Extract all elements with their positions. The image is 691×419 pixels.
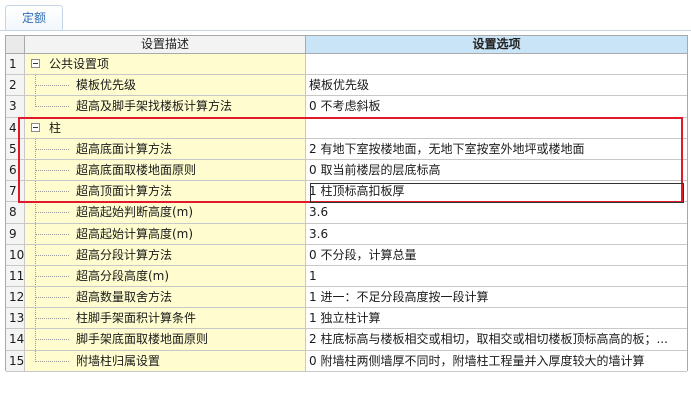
setting-description[interactable]: 模板优先级 xyxy=(25,75,306,97)
table-row[interactable]: 10 超高分段计算方法 0 不分段，计算总量 xyxy=(6,244,687,266)
table-row[interactable]: 8 超高起始判断高度(m) 3.6 xyxy=(6,202,687,224)
setting-option-value[interactable]: 0 附墙柱两侧墙厚不同时，附墙柱工程量并入厚度较大的墙计算 xyxy=(306,350,687,372)
setting-description[interactable]: 超高顶面计算方法 xyxy=(25,181,306,203)
row-number: 1 xyxy=(6,54,25,76)
setting-option-value[interactable]: 1 进一：不足分段高度按一段计算 xyxy=(306,287,687,309)
setting-description-label: 超高顶面计算方法 xyxy=(76,184,173,199)
setting-description-label: 超高起始判断高度(m) xyxy=(76,205,194,220)
collapse-minus-icon[interactable] xyxy=(31,59,40,68)
row-number: 5 xyxy=(6,138,25,160)
setting-description[interactable]: 附墙柱归属设置 xyxy=(25,350,306,372)
table-row[interactable]: 12 超高数量取舍方法 1 进一：不足分段高度按一段计算 xyxy=(6,287,687,309)
setting-description-label: 超高起始计算高度(m) xyxy=(76,226,194,241)
row-number: 7 xyxy=(6,181,25,203)
setting-description-label: 公共设置项 xyxy=(49,57,110,71)
setting-description[interactable]: 超高底面取楼地面原则 xyxy=(25,159,306,182)
setting-description[interactable]: 脚手架底面取楼地面原则 xyxy=(25,329,306,351)
setting-description[interactable]: 柱 xyxy=(25,117,306,139)
setting-description[interactable]: 超高及脚手架找楼板计算方法 xyxy=(25,96,306,118)
setting-description-label: 超高数量取舍方法 xyxy=(76,290,173,305)
row-number: 12 xyxy=(6,287,25,309)
grid-rows: 1 公共设置项 2 模板优先级 模板优先级 3 超高及脚手架找楼板计算方法 0 不考虑斜板 4 柱… xyxy=(6,54,687,372)
setting-description-label: 附墙柱归属设置 xyxy=(76,353,161,368)
table-row[interactable]: 13 柱脚手架面积计算条件 1 独立柱计算 xyxy=(6,308,687,330)
setting-description[interactable]: 超高分段计算方法 xyxy=(25,244,306,266)
header-options[interactable]: 设置选项 xyxy=(306,36,687,53)
setting-description-label: 超高底面取楼地面原则 xyxy=(76,162,197,177)
header-desc[interactable]: 设置描述 xyxy=(25,36,306,53)
setting-description-label: 超高分段计算方法 xyxy=(76,247,173,262)
tree-branch-icon xyxy=(35,254,69,256)
group-row[interactable]: 1 公共设置项 xyxy=(6,54,687,76)
tree-branch-icon xyxy=(35,339,69,341)
row-number: 6 xyxy=(6,159,25,182)
table-row[interactable]: 14 脚手架底面取楼地面原则 2 柱底标高与楼板相交或相切，取相交或相切楼板顶标高高… xyxy=(6,329,687,351)
tree-branch-icon xyxy=(35,275,69,277)
tree-branch-icon xyxy=(35,318,69,320)
table-row[interactable]: 15 附墙柱归属设置 0 附墙柱两侧墙厚不同时，附墙柱工程量并入厚度较大的墙计算 xyxy=(6,350,687,372)
setting-description[interactable]: 公共设置项 xyxy=(25,54,306,76)
row-number: 15 xyxy=(6,350,25,372)
row-number: 10 xyxy=(6,244,25,266)
setting-option-value[interactable]: 2 有地下室按楼地面，无地下室按室外地坪或楼地面 xyxy=(306,138,687,160)
setting-option-value[interactable] xyxy=(306,117,687,139)
table-row[interactable]: 9 超高起始计算高度(m) 3.6 xyxy=(6,223,687,245)
table-row[interactable]: 6 超高底面取楼地面原则 0 取当前楼层的层底标高 xyxy=(6,159,687,182)
setting-description[interactable]: 超高起始计算高度(m) xyxy=(25,223,306,245)
setting-description[interactable]: 超高数量取舍方法 xyxy=(25,287,306,309)
setting-description-label: 柱 xyxy=(49,120,62,135)
setting-description-label: 柱脚手架面积计算条件 xyxy=(76,311,197,326)
settings-grid: 设置描述 设置选项 1 公共设置项 2 模板优先级 模板优先级 3 超高及脚手架找楼板计算方… xyxy=(5,35,688,372)
tree-branch-icon xyxy=(35,106,69,108)
tree-branch-icon xyxy=(35,169,69,171)
row-number: 11 xyxy=(6,265,25,288)
setting-option-value[interactable]: 0 取当前楼层的层底标高 xyxy=(306,159,687,182)
table-row[interactable]: 11 超高分段高度(m) 1 xyxy=(6,265,687,288)
row-number: 3 xyxy=(6,96,25,118)
setting-option-value[interactable]: 1 xyxy=(306,265,687,288)
collapse-minus-icon[interactable] xyxy=(31,122,40,132)
row-number: 2 xyxy=(6,75,25,97)
setting-option-value[interactable]: 0 不考虑斜板 xyxy=(306,96,687,118)
setting-description-label: 模板优先级 xyxy=(76,78,137,93)
table-row[interactable]: 5 超高底面计算方法 2 有地下室按楼地面，无地下室按室外地坪或楼地面 xyxy=(6,138,687,160)
table-row[interactable]: 2 模板优先级 模板优先级 xyxy=(6,75,687,97)
setting-option-value[interactable]: 3.6 xyxy=(306,223,687,245)
group-row[interactable]: 4柱 xyxy=(6,117,687,139)
setting-option-value[interactable]: 模板优先级 xyxy=(306,75,687,97)
row-number: 13 xyxy=(6,308,25,330)
tree-branch-icon xyxy=(35,360,69,362)
grid-header: 设置描述 设置选项 xyxy=(6,36,687,54)
row-number: 14 xyxy=(6,329,25,351)
tab-divider xyxy=(0,30,691,31)
setting-description[interactable]: 超高分段高度(m) xyxy=(25,265,306,288)
setting-description-label: 超高分段高度(m) xyxy=(76,268,170,283)
row-number: 8 xyxy=(6,202,25,224)
setting-option-value[interactable]: 1 柱顶标高扣板厚 xyxy=(306,181,687,203)
setting-option-value[interactable]: 1 独立柱计算 xyxy=(306,308,687,330)
tree-branch-icon xyxy=(35,85,69,87)
setting-option-value[interactable]: 3.6 xyxy=(306,202,687,224)
setting-description[interactable]: 超高起始判断高度(m) xyxy=(25,202,306,224)
tree-branch-icon xyxy=(35,233,69,235)
setting-description-label: 超高底面计算方法 xyxy=(76,141,173,156)
setting-option-value[interactable] xyxy=(306,54,687,76)
setting-description-label: 脚手架底面取楼地面原则 xyxy=(76,332,209,347)
row-number: 4 xyxy=(6,117,25,139)
row-number: 9 xyxy=(6,223,25,245)
tree-branch-icon xyxy=(35,191,69,193)
tree-branch-icon xyxy=(35,148,69,150)
setting-option-value[interactable]: 0 不分段，计算总量 xyxy=(306,244,687,266)
table-row[interactable]: 7 超高顶面计算方法 1 柱顶标高扣板厚 xyxy=(6,181,687,203)
table-row[interactable]: 3 超高及脚手架找楼板计算方法 0 不考虑斜板 xyxy=(6,96,687,118)
tree-branch-icon xyxy=(35,297,69,299)
setting-description[interactable]: 柱脚手架面积计算条件 xyxy=(25,308,306,330)
tree-branch-icon xyxy=(35,212,69,214)
setting-option-value[interactable]: 2 柱底标高与楼板相交或相切，取相交或相切楼板顶标高高的板；... xyxy=(306,329,687,351)
setting-description-label: 超高及脚手架找楼板计算方法 xyxy=(76,99,233,114)
tab-quota[interactable]: 定额 xyxy=(5,5,63,30)
setting-description[interactable]: 超高底面计算方法 xyxy=(25,138,306,160)
header-corner xyxy=(6,36,25,53)
tab-bar: 定额 xyxy=(0,0,691,31)
